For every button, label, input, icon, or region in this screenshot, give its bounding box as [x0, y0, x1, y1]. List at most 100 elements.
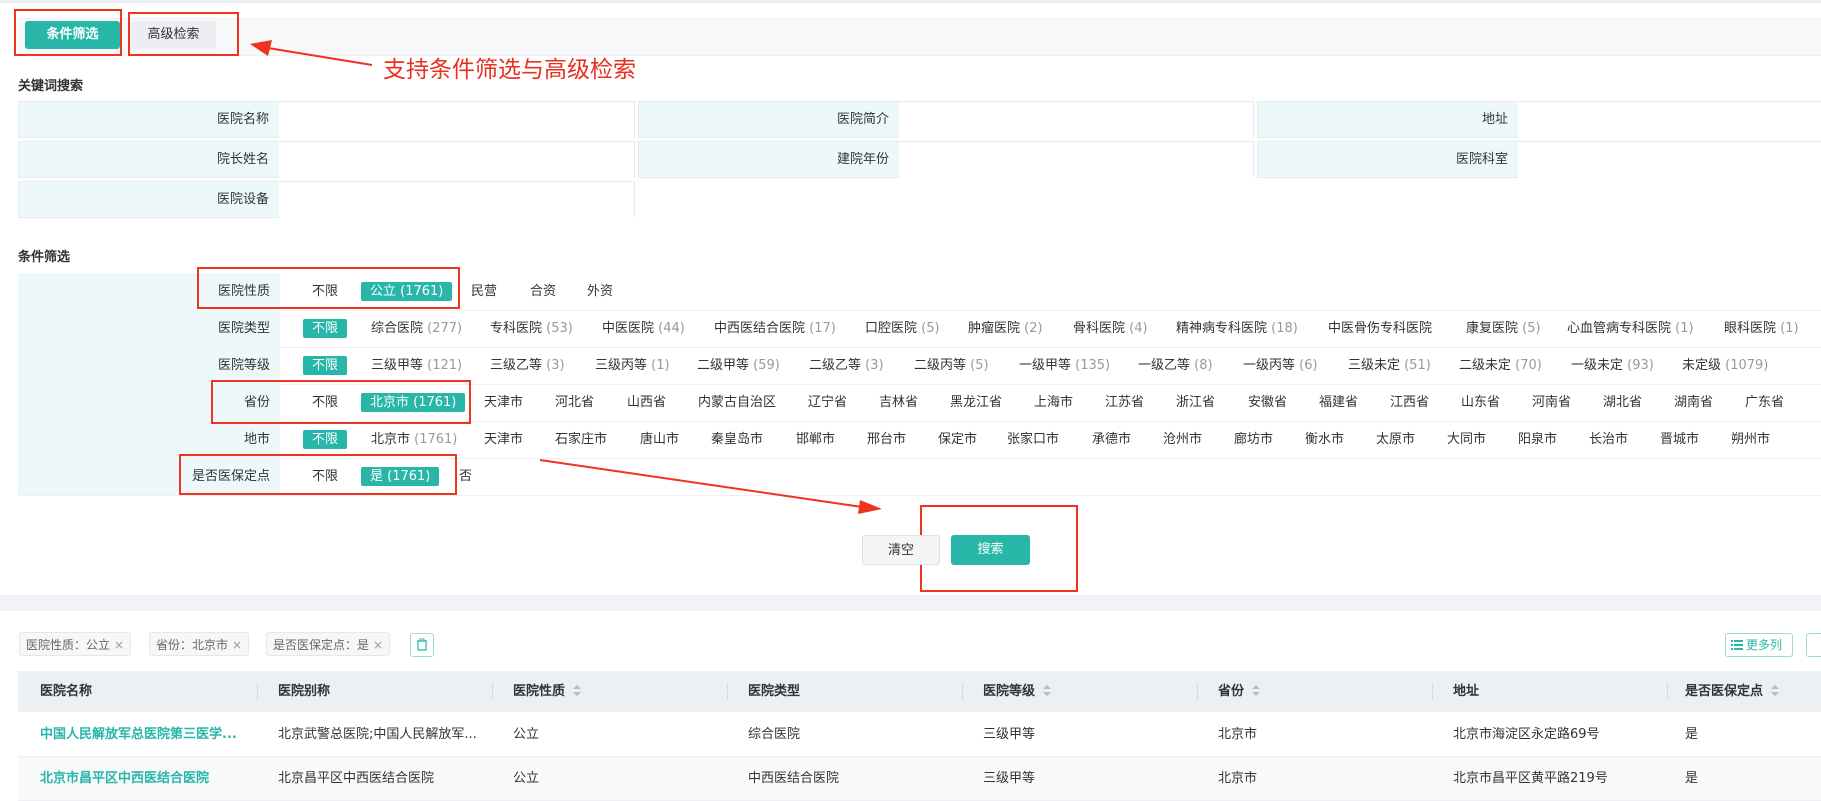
- filter-option[interactable]: 大同市: [1447, 430, 1486, 449]
- filter-option-selected[interactable]: 不限: [303, 356, 348, 375]
- close-icon[interactable]: ×: [373, 638, 383, 652]
- filter-option[interactable]: 邯郸市: [796, 430, 835, 449]
- clear-button[interactable]: 清空: [862, 535, 940, 565]
- filter-option[interactable]: 保定市: [938, 430, 977, 449]
- filter-option[interactable]: 辽宁省: [808, 393, 847, 412]
- export-button[interactable]: [1806, 633, 1821, 657]
- filter-option[interactable]: 肿瘤医院 (2): [968, 319, 1043, 338]
- filter-option[interactable]: 中医医院 (44): [602, 319, 685, 338]
- filter-option[interactable]: 沧州市: [1163, 430, 1202, 449]
- filter-option[interactable]: 唐山市: [640, 430, 679, 449]
- filter-option[interactable]: 山西省: [627, 393, 666, 412]
- filter-option-selected[interactable]: 不限: [303, 430, 348, 449]
- clear-filters-button[interactable]: [410, 633, 434, 657]
- filter-option[interactable]: 湖南省: [1674, 393, 1713, 412]
- sort-icon[interactable]: [1252, 684, 1261, 697]
- filter-option[interactable]: 一级未定 (93): [1571, 356, 1654, 375]
- filter-option[interactable]: 江西省: [1390, 393, 1429, 412]
- filter-option[interactable]: 廊坊市: [1234, 430, 1273, 449]
- close-icon[interactable]: ×: [232, 638, 242, 652]
- column-header-sortable[interactable]: 医院等级: [983, 671, 1052, 712]
- search-button[interactable]: 搜索: [951, 535, 1030, 565]
- founded-year-input[interactable]: [899, 142, 1253, 179]
- filter-option[interactable]: 衡水市: [1305, 430, 1344, 449]
- hospital-name-input[interactable]: [279, 102, 634, 139]
- sort-icon[interactable]: [573, 684, 582, 697]
- active-filter-chip[interactable]: 是否医保定点：是 ×: [266, 632, 391, 656]
- more-columns-button[interactable]: 更多列: [1725, 633, 1793, 657]
- filter-option[interactable]: 广东省: [1745, 393, 1784, 412]
- filter-option[interactable]: 综合医院 (277): [371, 319, 462, 338]
- hospital-name-link[interactable]: 中国人民解放军总医院第三医学...: [40, 713, 237, 756]
- filter-option[interactable]: 合资: [530, 282, 556, 301]
- sort-icon[interactable]: [1771, 684, 1780, 697]
- close-icon[interactable]: ×: [114, 638, 124, 652]
- filter-option[interactable]: 山东省: [1461, 393, 1500, 412]
- filter-option[interactable]: 民营: [471, 282, 497, 301]
- filter-option[interactable]: 眼科医院 (1): [1724, 319, 1799, 338]
- filter-option[interactable]: 黑龙江省: [950, 393, 1002, 412]
- filter-option[interactable]: 一级甲等 (135): [1019, 356, 1110, 375]
- filter-option[interactable]: 长治市: [1589, 430, 1628, 449]
- filter-option[interactable]: 心血管病专科医院 (1): [1567, 319, 1694, 338]
- director-name-input[interactable]: [279, 142, 634, 179]
- filter-option[interactable]: 外资: [587, 282, 613, 301]
- filter-option[interactable]: 骨科医院 (4): [1073, 319, 1148, 338]
- filter-option[interactable]: 中医骨伤专科医院: [1328, 319, 1432, 338]
- hospital-name-link[interactable]: 北京市昌平区中西医结合医院: [40, 757, 209, 800]
- column-header-sortable[interactable]: 医院性质: [513, 671, 582, 712]
- filter-option[interactable]: 二级甲等 (59): [697, 356, 780, 375]
- filter-option[interactable]: 张家口市: [1007, 430, 1059, 449]
- filter-option[interactable]: 湖北省: [1603, 393, 1642, 412]
- table-cell: 北京武警总医院;中国人民解放军...: [278, 727, 477, 742]
- active-filter-chip[interactable]: 省份：北京市 ×: [149, 632, 250, 656]
- filter-option[interactable]: 二级乙等 (3): [809, 356, 884, 375]
- filter-option[interactable]: 二级丙等 (5): [914, 356, 989, 375]
- filter-option[interactable]: 河北省: [555, 393, 594, 412]
- filter-option[interactable]: 精神病专科医院 (18): [1176, 319, 1298, 338]
- filter-option[interactable]: 三级丙等 (1): [595, 356, 670, 375]
- filter-option[interactable]: 三级甲等 (121): [371, 356, 462, 375]
- filter-option[interactable]: 天津市: [484, 393, 523, 412]
- filter-option[interactable]: 晋城市: [1660, 430, 1699, 449]
- filter-option[interactable]: 邢台市: [867, 430, 906, 449]
- filter-option[interactable]: 吉林省: [879, 393, 918, 412]
- filter-option[interactable]: 一级乙等 (8): [1138, 356, 1213, 375]
- sort-icon[interactable]: [1043, 684, 1052, 697]
- filter-option[interactable]: 口腔医院 (5): [865, 319, 940, 338]
- filter-option[interactable]: 承德市: [1092, 430, 1131, 449]
- filter-option[interactable]: 二级未定 (70): [1459, 356, 1542, 375]
- filter-option[interactable]: 三级未定 (51): [1348, 356, 1431, 375]
- filter-option[interactable]: 上海市: [1034, 393, 1073, 412]
- filter-option[interactable]: 秦皇岛市: [711, 430, 763, 449]
- address-input[interactable]: [1518, 102, 1821, 139]
- column-header-sortable[interactable]: 是否医保定点: [1685, 671, 1780, 712]
- hospital-intro-input[interactable]: [899, 102, 1253, 139]
- filter-option[interactable]: 康复医院 (5): [1466, 319, 1541, 338]
- filter-option[interactable]: 江苏省: [1105, 393, 1144, 412]
- filter-option[interactable]: 天津市: [484, 430, 523, 449]
- filter-option[interactable]: 朔州市: [1731, 430, 1770, 449]
- filter-option[interactable]: 内蒙古自治区: [698, 393, 776, 412]
- filter-option[interactable]: 安徽省: [1248, 393, 1287, 412]
- filter-option[interactable]: 太原市: [1376, 430, 1415, 449]
- column-header-sortable[interactable]: 省份: [1218, 671, 1261, 712]
- filter-option[interactable]: 浙江省: [1176, 393, 1215, 412]
- filter-option[interactable]: 一级丙等 (6): [1243, 356, 1318, 375]
- keyword-field-department: 医院科室: [1257, 141, 1821, 179]
- filter-option[interactable]: 否: [459, 467, 472, 486]
- department-input[interactable]: [1518, 142, 1821, 179]
- filter-option[interactable]: 福建省: [1319, 393, 1358, 412]
- filter-option[interactable]: 石家庄市: [555, 430, 607, 449]
- filter-option[interactable]: 阳泉市: [1518, 430, 1557, 449]
- filter-option-selected[interactable]: 不限: [303, 319, 348, 338]
- filter-option[interactable]: 三级乙等 (3): [490, 356, 565, 375]
- table-row: 北京市昌平区中西医结合医院 北京昌平区中西医结合医院 公立 中西医结合医院 三级…: [18, 757, 1821, 801]
- filter-option[interactable]: 中西医结合医院 (17): [714, 319, 836, 338]
- equipment-input[interactable]: [279, 182, 634, 219]
- filter-option[interactable]: 专科医院 (53): [490, 319, 573, 338]
- filter-option[interactable]: 未定级 (1079): [1682, 356, 1768, 375]
- filter-option[interactable]: 北京市 (1761): [371, 430, 457, 449]
- filter-option[interactable]: 河南省: [1532, 393, 1571, 412]
- active-filter-chip[interactable]: 医院性质：公立 ×: [19, 632, 132, 656]
